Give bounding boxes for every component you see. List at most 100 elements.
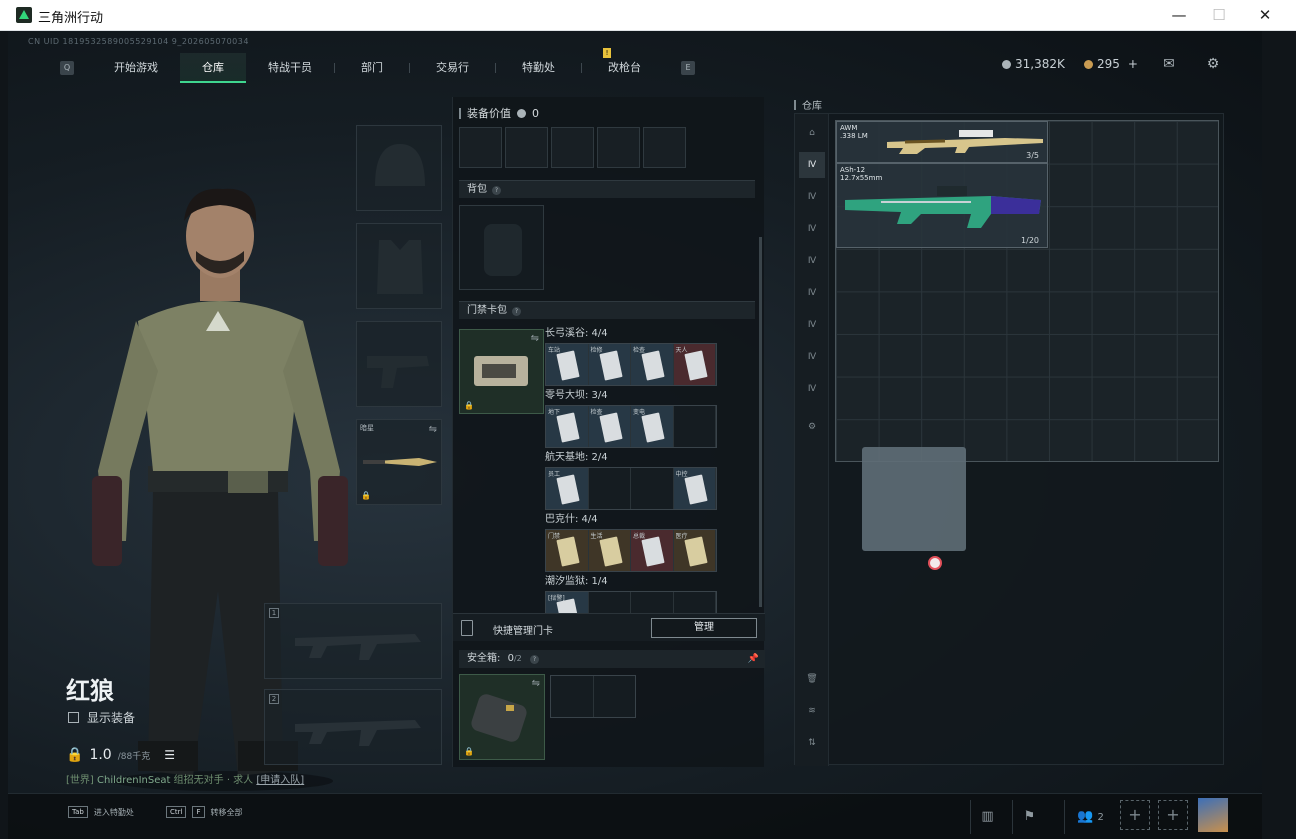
invite-slot-button[interactable]: + xyxy=(1158,800,1188,830)
tab-operators[interactable]: 特战干员 xyxy=(246,53,334,83)
panel-scrollbar[interactable] xyxy=(759,237,762,607)
nav-next-key[interactable]: E xyxy=(681,61,695,75)
minimize-button[interactable]: — xyxy=(1164,4,1194,26)
squad-button[interactable]: 👥 2 xyxy=(1064,800,1116,834)
help-icon[interactable]: ? xyxy=(529,655,539,664)
keycard-slot[interactable]: 地下 xyxy=(546,406,589,447)
keycard-slot[interactable] xyxy=(589,468,631,509)
rig-slot[interactable] xyxy=(505,127,548,168)
tab-department[interactable]: 部门 xyxy=(335,53,409,83)
warehouse-tab[interactable]: Ⅳ xyxy=(799,312,825,338)
safebox-grid[interactable] xyxy=(550,675,636,718)
manage-button[interactable]: 管理 xyxy=(651,618,757,638)
flag-icon[interactable]: ⚑ xyxy=(1012,800,1046,834)
show-gear-checkbox[interactable] xyxy=(68,712,79,723)
gold-currency[interactable]: 295 + xyxy=(1084,57,1138,71)
warehouse-item-awm[interactable]: AWM .338 LM 3/5 xyxy=(836,121,1048,163)
settings-gear-icon[interactable]: ⚙ xyxy=(1204,55,1222,73)
keycard-slot[interactable]: 门禁 xyxy=(546,530,589,571)
trash-icon[interactable]: 🗑 xyxy=(799,666,825,692)
weapon-slot-number: 1 xyxy=(269,608,279,618)
keycard-slot[interactable]: 员工 xyxy=(546,468,589,509)
keycard-slot[interactable]: 医疗 xyxy=(673,530,716,571)
keycard-name: 医疗 xyxy=(675,533,688,540)
item-name: AWM .338 LM xyxy=(840,124,868,140)
swap-icon[interactable]: ⇋ xyxy=(531,333,539,344)
keycard-bag-slot[interactable]: ⇋ 🔒 xyxy=(459,329,544,414)
keycard-slot[interactable]: 检查 xyxy=(588,406,631,447)
rig-slot[interactable] xyxy=(643,127,686,168)
warehouse-tab[interactable]: Ⅳ xyxy=(799,216,825,242)
tab-warehouse[interactable]: 仓库 xyxy=(180,53,246,83)
keycard-slot[interactable]: 变电 xyxy=(631,406,674,447)
header-accent-bar xyxy=(794,99,796,110)
list-icon[interactable]: ☰ xyxy=(164,748,175,762)
keycard-slot[interactable]: 天人 xyxy=(673,344,716,385)
hint-enter-special-service[interactable]: Tab 进入特勤处 xyxy=(68,806,134,818)
help-icon[interactable]: ? xyxy=(492,186,501,195)
tab-start-game[interactable]: 开始游戏 xyxy=(92,53,180,83)
tab-special-service[interactable]: 特勤处 xyxy=(496,53,581,83)
keycard-slot[interactable]: 总裁 xyxy=(631,530,674,571)
keycard-slot[interactable]: 检修 xyxy=(588,344,631,385)
stats-chart-icon[interactable]: ▥ xyxy=(970,800,1004,834)
rig-slot[interactable] xyxy=(459,127,502,168)
special-service-alert-badge: ! xyxy=(603,48,611,58)
primary-weapon-slot[interactable]: 1 xyxy=(264,603,442,679)
maximize-button[interactable]: ☐ xyxy=(1204,4,1234,26)
keycard-slot[interactable]: 检查 xyxy=(631,344,674,385)
warehouse-item-ash12[interactable]: ASh-12 12.7x55mm 1/20 xyxy=(836,163,1048,248)
tab-gunsmith[interactable]: 改枪台 xyxy=(582,53,667,83)
item-count: 1/20 xyxy=(1021,236,1039,245)
sort-icon[interactable]: ⇅ xyxy=(799,730,825,756)
pin-icon[interactable]: 📌 xyxy=(748,650,759,668)
hint-transfer-all[interactable]: Ctrl F 转移全部 xyxy=(166,806,243,818)
player-avatar[interactable] xyxy=(1198,798,1228,832)
warehouse-tab[interactable]: Ⅳ xyxy=(799,248,825,274)
show-gear-toggle[interactable]: 显示装备 xyxy=(68,709,135,726)
close-button[interactable]: ✕ xyxy=(1250,4,1280,26)
warehouse-home-icon[interactable]: ⌂ xyxy=(799,120,825,146)
keycard-map-title: 零号大坝: 3/4 xyxy=(545,390,608,401)
warehouse-tab[interactable]: Ⅳ xyxy=(799,344,825,370)
keycard-icon xyxy=(641,412,665,443)
silver-currency[interactable]: 31,382K xyxy=(1002,57,1065,71)
swap-icon[interactable]: ⇋ xyxy=(429,424,437,435)
keycard-slot[interactable]: 车站 xyxy=(546,344,589,385)
backpack-slot[interactable] xyxy=(459,205,544,290)
warehouse-tab[interactable]: Ⅳ xyxy=(799,280,825,306)
mail-icon[interactable]: ✉ xyxy=(1160,55,1178,73)
warehouse-tab[interactable]: Ⅳ xyxy=(799,184,825,210)
nav-prev-key[interactable]: Q xyxy=(60,61,74,75)
warehouse-tab-weapons[interactable]: Ⅳ xyxy=(799,152,825,178)
warehouse-grid[interactable]: AWM .338 LM 3/5 ASh-12 12.7x55mm 1/20 xyxy=(835,120,1219,462)
layers-icon[interactable]: ≋ xyxy=(799,698,825,724)
rig-slot[interactable] xyxy=(597,127,640,168)
warehouse-tab[interactable]: Ⅳ xyxy=(799,376,825,402)
keycard-slot[interactable]: 中控 xyxy=(673,468,716,509)
warehouse-settings-icon[interactable]: ⚙ xyxy=(799,414,825,440)
safebox-slot[interactable]: ⇋ 🔒 xyxy=(459,674,545,760)
tab-trading[interactable]: 交易行 xyxy=(410,53,495,83)
carry-weight: 🔒 1.0 /88千克 ☰ xyxy=(66,747,175,763)
invite-slot-button[interactable]: + xyxy=(1120,800,1150,830)
gold-add-button[interactable]: + xyxy=(1128,57,1138,71)
hint-label: 进入特勤处 xyxy=(93,807,134,817)
helmet-slot[interactable] xyxy=(356,125,442,211)
pistol-slot[interactable] xyxy=(356,321,442,407)
secondary-weapon-slot[interactable]: 2 xyxy=(264,689,442,765)
melee-slot[interactable]: 暗星 ⇋ 🔒 xyxy=(356,419,442,505)
quick-manage-bar: 快捷管理门卡 管理 xyxy=(453,613,765,641)
drag-ghost-item[interactable] xyxy=(862,447,966,551)
keycard-name: 生活 xyxy=(590,533,603,540)
help-icon[interactable]: ? xyxy=(512,307,521,316)
armor-slot[interactable] xyxy=(356,223,442,309)
keycard-slot[interactable]: 生活 xyxy=(588,530,631,571)
chat-sender[interactable]: ChildrenInSeat xyxy=(97,775,170,786)
rig-slot[interactable] xyxy=(551,127,594,168)
swap-icon[interactable]: ⇋ xyxy=(532,678,540,689)
join-team-link[interactable]: [申请入队] xyxy=(256,775,304,786)
keycard-slot[interactable] xyxy=(674,406,716,447)
keycard-slot[interactable] xyxy=(631,468,674,509)
backpack-silhouette-icon xyxy=(484,224,522,276)
